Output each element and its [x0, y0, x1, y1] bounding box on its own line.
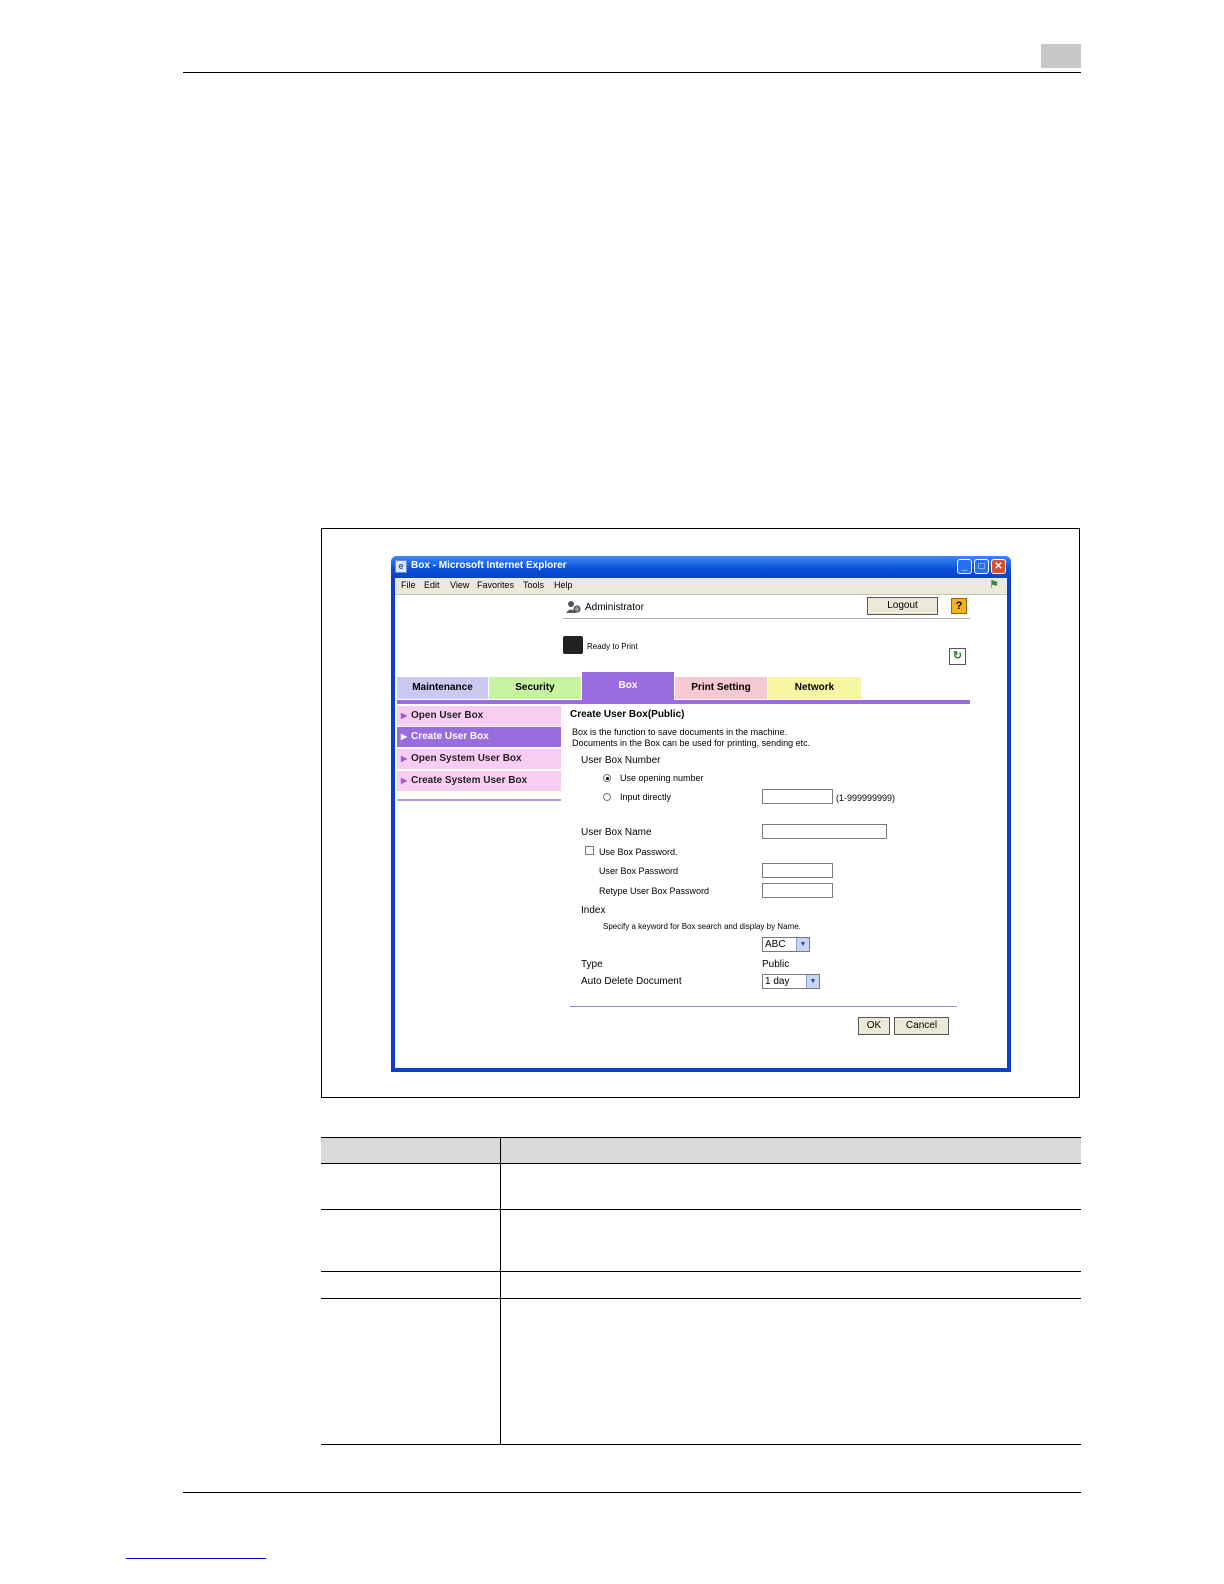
sidebar-item-create-system-user-box[interactable]: ▶ Create System User Box: [397, 771, 561, 791]
tab-print-setting[interactable]: Print Setting: [675, 677, 767, 699]
table-row-divider: [321, 1271, 1081, 1272]
box-name-input[interactable]: [762, 824, 887, 839]
menu-tools[interactable]: Tools: [523, 580, 544, 590]
type-value: Public: [762, 959, 790, 970]
table-header-row: [321, 1137, 1081, 1164]
ie-page-icon: e: [395, 560, 407, 573]
table-row-divider: [321, 1298, 1081, 1299]
footer-link-underline: [126, 1558, 266, 1559]
form-divider: [570, 1006, 957, 1007]
menu-favorites[interactable]: Favorites: [477, 580, 514, 590]
sidebar-item-open-user-box[interactable]: ▶ Open User Box: [397, 706, 561, 726]
retype-password-label: Retype User Box Password: [599, 886, 710, 896]
windows-logo-icon: ⚑: [989, 579, 999, 591]
minimize-icon[interactable]: _: [957, 559, 972, 574]
user-label: Administrator: [585, 602, 644, 613]
menu-help[interactable]: Help: [554, 580, 573, 590]
use-password-checkbox[interactable]: [585, 846, 594, 855]
chapter-tab: [1041, 44, 1081, 68]
sidebar-divider: [397, 799, 561, 801]
index-label: Index: [581, 905, 606, 916]
radio-input-directly[interactable]: [603, 793, 611, 801]
tab-security[interactable]: Security: [489, 677, 581, 699]
table-bottom-rule: [321, 1444, 1081, 1445]
sidebar-item-open-system-user-box[interactable]: ▶ Open System User Box: [397, 749, 561, 769]
tab-box[interactable]: Box: [582, 672, 674, 700]
refresh-icon[interactable]: ↻: [949, 648, 966, 665]
menu-edit[interactable]: Edit: [424, 580, 440, 590]
use-password-label: Use Box Password.: [599, 847, 678, 857]
arrow-right-icon: ▶: [401, 776, 408, 785]
input-directly-label: Input directly: [620, 792, 672, 802]
cancel-button[interactable]: Cancel: [894, 1017, 949, 1035]
arrow-right-icon: ▶: [401, 732, 408, 741]
browser-content: File Edit View Favorites Tools Help ⚑ Ad…: [395, 578, 1007, 1068]
ok-button[interactable]: OK: [858, 1017, 890, 1035]
auto-delete-select[interactable]: 1 day ▼: [762, 974, 820, 989]
password-input[interactable]: [762, 863, 833, 878]
close-icon[interactable]: ✕: [991, 559, 1006, 574]
use-opening-number-label: Use opening number: [620, 773, 704, 783]
box-number-input[interactable]: [762, 789, 833, 804]
tab-underline: [397, 700, 970, 704]
radio-use-opening-number[interactable]: [603, 774, 611, 782]
arrow-right-icon: ▶: [401, 711, 408, 720]
menu-bar: File Edit View Favorites Tools Help ⚑: [395, 578, 1007, 595]
printer-icon: [563, 636, 583, 654]
form-description-line-1: Box is the function to save documents in…: [572, 727, 788, 737]
sidebar-item-create-user-box[interactable]: ▶ Create User Box: [397, 727, 561, 747]
help-icon[interactable]: ?: [951, 598, 967, 614]
password-label: User Box Password: [599, 866, 679, 876]
arrow-right-icon: ▶: [401, 754, 408, 763]
type-label: Type: [581, 959, 603, 970]
browser-window: e Box - Microsoft Internet Explorer _ □ …: [391, 556, 1011, 1072]
box-name-label: User Box Name: [581, 827, 652, 838]
tab-network[interactable]: Network: [768, 677, 861, 699]
device-status: Ready to Print: [587, 642, 638, 651]
table-column-divider: [500, 1137, 501, 1444]
menu-view[interactable]: View: [450, 580, 469, 590]
index-hint: Specify a keyword for Box search and dis…: [603, 922, 801, 931]
administrator-icon: [566, 601, 581, 613]
box-number-label: User Box Number: [581, 755, 661, 766]
header-rule: [183, 72, 1081, 73]
index-select[interactable]: ABC ▼: [762, 937, 810, 952]
title-bar: e Box - Microsoft Internet Explorer _ □ …: [391, 556, 1011, 578]
window-title: Box - Microsoft Internet Explorer: [411, 560, 567, 571]
footer-rule: [183, 1492, 1081, 1493]
retype-password-input[interactable]: [762, 883, 833, 898]
auto-delete-label: Auto Delete Document: [581, 976, 682, 987]
form-title: Create User Box(Public): [570, 709, 685, 720]
box-number-range: (1-999999999): [836, 793, 896, 803]
table-row-divider: [321, 1209, 1081, 1210]
maximize-icon[interactable]: □: [974, 559, 989, 574]
tab-maintenance[interactable]: Maintenance: [397, 677, 488, 699]
logout-button[interactable]: Logout: [867, 597, 938, 615]
chevron-down-icon: ▼: [806, 975, 819, 988]
chevron-down-icon: ▼: [796, 938, 809, 951]
header-divider: [563, 618, 970, 619]
form-description-line-2: Documents in the Box can be used for pri…: [572, 738, 811, 748]
menu-file[interactable]: File: [401, 580, 416, 590]
